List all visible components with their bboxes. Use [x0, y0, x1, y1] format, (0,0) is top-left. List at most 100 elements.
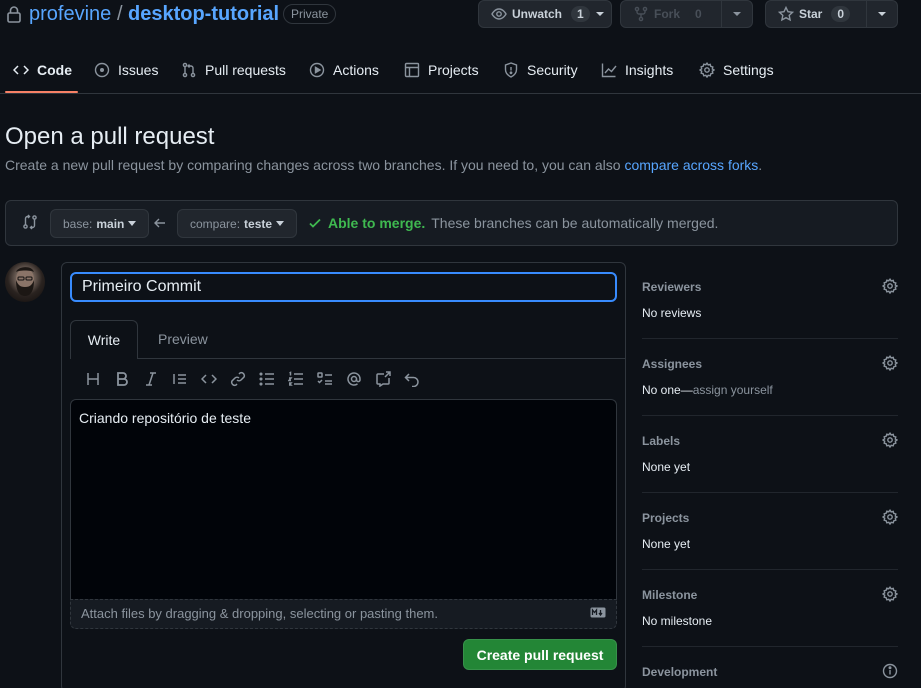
- link-button[interactable]: [223, 369, 252, 389]
- compare-branch-value: teste: [244, 216, 273, 231]
- base-branch-prefix: base:: [63, 216, 93, 231]
- sidebar-reviewers-value: No reviews: [642, 306, 702, 320]
- mention-button[interactable]: [339, 369, 368, 389]
- tab-security-label: Security: [527, 62, 578, 78]
- undo-icon: [403, 373, 419, 387]
- eye-icon: [491, 8, 507, 20]
- code-icon: [13, 65, 29, 75]
- chevron-down-icon: [276, 221, 285, 226]
- compare-branch-select[interactable]: compare: teste: [177, 209, 298, 238]
- fork-label: Fork: [654, 7, 681, 21]
- star-button[interactable]: Star 0: [765, 0, 898, 28]
- tab-security[interactable]: Security: [503, 46, 578, 94]
- gear-icon[interactable]: [882, 278, 898, 294]
- ordered-list-button[interactable]: [281, 369, 310, 389]
- assign-yourself-link[interactable]: assign yourself: [693, 383, 773, 397]
- star-count: 0: [831, 6, 851, 22]
- watch-dropdown[interactable]: [590, 1, 611, 27]
- unordered-list-button[interactable]: [252, 369, 281, 389]
- arrow-left-icon: [154, 218, 165, 228]
- tab-projects-label: Projects: [428, 62, 479, 78]
- sidebar-labels: Labels None yet: [642, 416, 898, 493]
- watch-count: 1: [571, 6, 590, 22]
- tab-settings[interactable]: Settings: [699, 46, 774, 94]
- info-icon[interactable]: [882, 663, 898, 679]
- table-icon: [404, 62, 420, 78]
- bold-icon: [116, 372, 128, 386]
- code-button[interactable]: [194, 369, 223, 389]
- star-icon: [778, 6, 794, 22]
- fork-button[interactable]: Fork 0: [620, 0, 753, 28]
- shield-icon: [504, 62, 518, 78]
- create-pull-request-button[interactable]: Create pull request: [463, 639, 617, 670]
- sidebar-projects: Projects None yet: [642, 493, 898, 570]
- attach-files-area[interactable]: Attach files by dragging & dropping, sel…: [70, 599, 617, 629]
- watch-label: Unwatch: [512, 7, 563, 21]
- sidebar-development-heading: Development: [642, 665, 718, 679]
- avatar: [5, 262, 45, 302]
- sidebar-projects-value: None yet: [642, 537, 691, 551]
- tab-code[interactable]: Code: [13, 46, 72, 94]
- sidebar-reviewers-heading[interactable]: Reviewers: [642, 280, 701, 294]
- base-branch-select[interactable]: base: main: [50, 209, 150, 238]
- task-list-button[interactable]: [310, 369, 339, 389]
- mention-icon: [346, 372, 361, 386]
- gear-icon[interactable]: [882, 432, 898, 448]
- pr-title-input[interactable]: [70, 272, 617, 302]
- tab-actions[interactable]: Actions: [309, 46, 379, 94]
- merge-status: Able to merge. These branches can be aut…: [308, 215, 718, 231]
- italic-button[interactable]: [136, 369, 165, 389]
- cross-reference-button[interactable]: [368, 369, 397, 389]
- sidebar-assignees-value: No one—assign yourself: [642, 383, 773, 397]
- chevron-down-icon: [878, 12, 886, 16]
- issue-icon: [94, 62, 110, 78]
- sidebar-labels-heading[interactable]: Labels: [642, 434, 680, 448]
- quote-icon: [172, 374, 186, 384]
- tab-projects[interactable]: Projects: [404, 46, 479, 94]
- compare-across-forks-link[interactable]: compare across forks: [624, 157, 758, 173]
- tab-insights[interactable]: Insights: [601, 46, 673, 94]
- sidebar-labels-value: None yet: [642, 460, 691, 474]
- check-icon: [309, 218, 321, 228]
- star-dropdown[interactable]: [866, 1, 897, 27]
- markdown-toolbar: [78, 369, 426, 389]
- merge-status-message: These branches can be automatically merg…: [431, 215, 719, 231]
- gear-icon[interactable]: [882, 355, 898, 371]
- italic-icon: [145, 372, 156, 386]
- repo-name-link[interactable]: desktop-tutorial: [128, 3, 279, 26]
- fork-dropdown[interactable]: [721, 1, 752, 27]
- undo-button[interactable]: [397, 369, 426, 389]
- page-subtitle: Create a new pull request by comparing c…: [5, 157, 762, 173]
- gear-icon[interactable]: [882, 586, 898, 602]
- tab-settings-label: Settings: [723, 62, 774, 78]
- fork-count: 0: [689, 6, 708, 22]
- merge-status-label: Able to merge.: [328, 215, 426, 231]
- visibility-badge: Private: [283, 4, 337, 24]
- tab-insights-label: Insights: [625, 62, 674, 78]
- quote-button[interactable]: [165, 369, 194, 389]
- tab-preview[interactable]: Preview: [158, 331, 208, 347]
- sidebar-milestone-heading[interactable]: Milestone: [642, 588, 697, 602]
- link-icon: [230, 371, 245, 387]
- page-subtitle-end: .: [758, 157, 763, 173]
- bold-button[interactable]: [107, 369, 136, 389]
- sidebar-projects-heading[interactable]: Projects: [642, 511, 689, 525]
- tab-issues-label: Issues: [118, 62, 159, 78]
- watch-button[interactable]: Unwatch 1: [478, 0, 612, 28]
- sidebar-assignees-text: No one—: [642, 383, 693, 397]
- chevron-down-icon: [596, 12, 605, 16]
- heading-button[interactable]: [78, 369, 107, 389]
- sidebar-development: Development: [642, 647, 898, 688]
- repo-owner-link[interactable]: profevine: [29, 3, 111, 26]
- list-unordered-icon: [258, 372, 274, 386]
- page-subtitle-text: Create a new pull request by comparing c…: [5, 157, 625, 173]
- tab-issues[interactable]: Issues: [94, 46, 158, 94]
- gear-icon[interactable]: [882, 509, 898, 525]
- tab-write[interactable]: Write: [70, 320, 138, 359]
- tab-pull-requests[interactable]: Pull requests: [181, 46, 286, 94]
- compare-arrows-icon: [23, 214, 37, 230]
- pr-body-textarea[interactable]: Criando repositório de teste: [70, 399, 617, 599]
- base-branch-value: main: [96, 216, 125, 231]
- sidebar-assignees-heading[interactable]: Assignees: [642, 357, 702, 371]
- sidebar-assignees: Assignees No one—assign yourself: [642, 339, 898, 416]
